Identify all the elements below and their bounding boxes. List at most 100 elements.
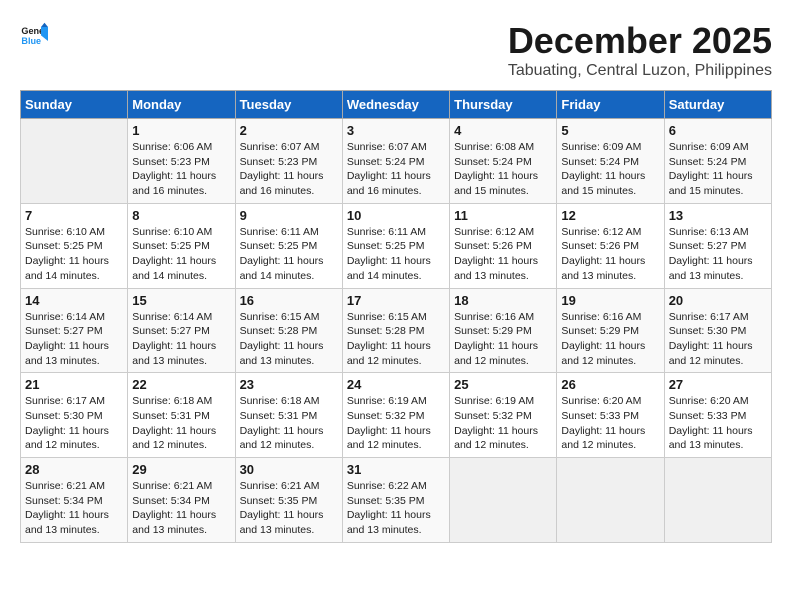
calendar-cell: 10Sunrise: 6:11 AMSunset: 5:25 PMDayligh…: [342, 203, 449, 288]
day-number: 31: [347, 462, 445, 477]
calendar-header-sunday: Sunday: [21, 91, 128, 119]
day-info: Sunrise: 6:13 AMSunset: 5:27 PMDaylight:…: [669, 225, 767, 284]
day-number: 7: [25, 208, 123, 223]
calendar-cell: 2 Sunrise: 6:07 AMSunset: 5:23 PMDaylight…: [235, 119, 342, 204]
logo-icon: General Blue: [20, 20, 48, 48]
calendar-cell: 4Sunrise: 6:08 AMSunset: 5:24 PMDaylight…: [450, 119, 557, 204]
day-info: Sunrise: 6:12 AMSunset: 5:26 PMDaylight:…: [561, 225, 659, 284]
calendar-week-row: 14 Sunrise: 6:14 AMSunset: 5:27 PMDayligh…: [21, 288, 772, 373]
calendar-week-row: 28 Sunrise: 6:21 AMSunset: 5:34 PMDayligh…: [21, 458, 772, 543]
day-info: Sunrise: 6:18 AMSunset: 5:31 PMDaylight:…: [132, 394, 230, 453]
calendar-cell: 25 Sunrise: 6:19 AMSunset: 5:32 PMDayligh…: [450, 373, 557, 458]
calendar-cell: [450, 458, 557, 543]
calendar-cell: 22 Sunrise: 6:18 AMSunset: 5:31 PMDayligh…: [128, 373, 235, 458]
calendar-header-saturday: Saturday: [664, 91, 771, 119]
day-number: 3: [347, 123, 445, 138]
day-info: Sunrise: 6:22 AMSunset: 5:35 PMDaylight:…: [347, 479, 445, 538]
calendar-cell: 18 Sunrise: 6:16 AMSunset: 5:29 PMDayligh…: [450, 288, 557, 373]
calendar-week-row: 1Sunrise: 6:06 AMSunset: 5:23 PMDaylight…: [21, 119, 772, 204]
calendar-cell: 15Sunrise: 6:14 AMSunset: 5:27 PMDayligh…: [128, 288, 235, 373]
day-number: 13: [669, 208, 767, 223]
day-info: Sunrise: 6:18 AMSunset: 5:31 PMDaylight:…: [240, 394, 338, 453]
calendar-cell: [557, 458, 664, 543]
calendar-header-thursday: Thursday: [450, 91, 557, 119]
day-info: Sunrise: 6:09 AMSunset: 5:24 PMDaylight:…: [669, 140, 767, 199]
calendar-cell: [21, 119, 128, 204]
calendar-cell: 1Sunrise: 6:06 AMSunset: 5:23 PMDaylight…: [128, 119, 235, 204]
calendar-cell: 16Sunrise: 6:15 AMSunset: 5:28 PMDayligh…: [235, 288, 342, 373]
day-number: 12: [561, 208, 659, 223]
day-number: 24: [347, 377, 445, 392]
day-number: 18: [454, 293, 552, 308]
day-number: 9: [240, 208, 338, 223]
day-number: 27: [669, 377, 767, 392]
day-number: 2: [240, 123, 338, 138]
calendar-cell: 28 Sunrise: 6:21 AMSunset: 5:34 PMDayligh…: [21, 458, 128, 543]
calendar-cell: 20Sunrise: 6:17 AMSunset: 5:30 PMDayligh…: [664, 288, 771, 373]
calendar-header-wednesday: Wednesday: [342, 91, 449, 119]
calendar-cell: 6Sunrise: 6:09 AMSunset: 5:24 PMDaylight…: [664, 119, 771, 204]
day-number: 14: [25, 293, 123, 308]
day-number: 10: [347, 208, 445, 223]
day-info: Sunrise: 6:09 AMSunset: 5:24 PMDaylight:…: [561, 140, 659, 199]
day-info: Sunrise: 6:17 AMSunset: 5:30 PMDaylight:…: [669, 310, 767, 369]
month-title: December 2025: [508, 20, 772, 62]
page-header: General Blue December 2025 Tabuating, Ce…: [20, 20, 772, 80]
day-number: 4: [454, 123, 552, 138]
day-info: Sunrise: 6:11 AMSunset: 5:25 PMDaylight:…: [240, 225, 338, 284]
location-title: Tabuating, Central Luzon, Philippines: [508, 62, 772, 80]
day-info: Sunrise: 6:21 AMSunset: 5:35 PMDaylight:…: [240, 479, 338, 538]
day-number: 29: [132, 462, 230, 477]
calendar-cell: [664, 458, 771, 543]
day-number: 17: [347, 293, 445, 308]
calendar-cell: 9 Sunrise: 6:11 AMSunset: 5:25 PMDaylight…: [235, 203, 342, 288]
calendar-week-row: 7 Sunrise: 6:10 AMSunset: 5:25 PMDaylight…: [21, 203, 772, 288]
calendar-cell: 7Sunrise: 6:10 AMSunset: 5:25 PMDaylight…: [21, 203, 128, 288]
day-info: Sunrise: 6:17 AMSunset: 5:30 PMDaylight:…: [25, 394, 123, 453]
svg-text:Blue: Blue: [21, 36, 41, 46]
day-number: 11: [454, 208, 552, 223]
day-info: Sunrise: 6:20 AMSunset: 5:33 PMDaylight:…: [561, 394, 659, 453]
calendar-cell: 23 Sunrise: 6:18 AMSunset: 5:31 PMDayligh…: [235, 373, 342, 458]
day-info: Sunrise: 6:21 AMSunset: 5:34 PMDaylight:…: [25, 479, 123, 538]
calendar-cell: 19 Sunrise: 6:16 AMSunset: 5:29 PMDayligh…: [557, 288, 664, 373]
calendar-cell: 21 Sunrise: 6:17 AMSunset: 5:30 PMDayligh…: [21, 373, 128, 458]
day-info: Sunrise: 6:16 AMSunset: 5:29 PMDaylight:…: [454, 310, 552, 369]
title-block: December 2025 Tabuating, Central Luzon, …: [508, 20, 772, 80]
calendar-cell: 31 Sunrise: 6:22 AMSunset: 5:35 PMDayligh…: [342, 458, 449, 543]
day-info: Sunrise: 6:14 AMSunset: 5:27 PMDaylight:…: [25, 310, 123, 369]
day-info: Sunrise: 6:12 AMSunset: 5:26 PMDaylight:…: [454, 225, 552, 284]
day-number: 30: [240, 462, 338, 477]
day-number: 19: [561, 293, 659, 308]
day-info: Sunrise: 6:21 AMSunset: 5:34 PMDaylight:…: [132, 479, 230, 538]
calendar-week-row: 21 Sunrise: 6:17 AMSunset: 5:30 PMDayligh…: [21, 373, 772, 458]
day-info: Sunrise: 6:07 AMSunset: 5:23 PMDaylight:…: [240, 140, 338, 199]
day-number: 5: [561, 123, 659, 138]
calendar-table: SundayMondayTuesdayWednesdayThursdayFrid…: [20, 90, 772, 543]
day-info: Sunrise: 6:06 AMSunset: 5:23 PMDaylight:…: [132, 140, 230, 199]
day-number: 21: [25, 377, 123, 392]
day-info: Sunrise: 6:10 AMSunset: 5:25 PMDaylight:…: [132, 225, 230, 284]
day-number: 25: [454, 377, 552, 392]
calendar-cell: 30 Sunrise: 6:21 AMSunset: 5:35 PMDayligh…: [235, 458, 342, 543]
calendar-cell: 5 Sunrise: 6:09 AMSunset: 5:24 PMDaylight…: [557, 119, 664, 204]
day-number: 22: [132, 377, 230, 392]
day-number: 28: [25, 462, 123, 477]
calendar-header-row: SundayMondayTuesdayWednesdayThursdayFrid…: [21, 91, 772, 119]
calendar-cell: 17 Sunrise: 6:15 AMSunset: 5:28 PMDayligh…: [342, 288, 449, 373]
day-number: 26: [561, 377, 659, 392]
calendar-header-tuesday: Tuesday: [235, 91, 342, 119]
day-info: Sunrise: 6:19 AMSunset: 5:32 PMDaylight:…: [454, 394, 552, 453]
day-info: Sunrise: 6:19 AMSunset: 5:32 PMDaylight:…: [347, 394, 445, 453]
calendar-cell: 26 Sunrise: 6:20 AMSunset: 5:33 PMDayligh…: [557, 373, 664, 458]
calendar-cell: 8 Sunrise: 6:10 AMSunset: 5:25 PMDaylight…: [128, 203, 235, 288]
calendar-cell: 3Sunrise: 6:07 AMSunset: 5:24 PMDaylight…: [342, 119, 449, 204]
day-number: 15: [132, 293, 230, 308]
day-number: 23: [240, 377, 338, 392]
calendar-cell: 27Sunrise: 6:20 AMSunset: 5:33 PMDayligh…: [664, 373, 771, 458]
day-info: Sunrise: 6:16 AMSunset: 5:29 PMDaylight:…: [561, 310, 659, 369]
day-info: Sunrise: 6:15 AMSunset: 5:28 PMDaylight:…: [347, 310, 445, 369]
calendar-cell: 24 Sunrise: 6:19 AMSunset: 5:32 PMDayligh…: [342, 373, 449, 458]
day-number: 8: [132, 208, 230, 223]
calendar-cell: 14 Sunrise: 6:14 AMSunset: 5:27 PMDayligh…: [21, 288, 128, 373]
